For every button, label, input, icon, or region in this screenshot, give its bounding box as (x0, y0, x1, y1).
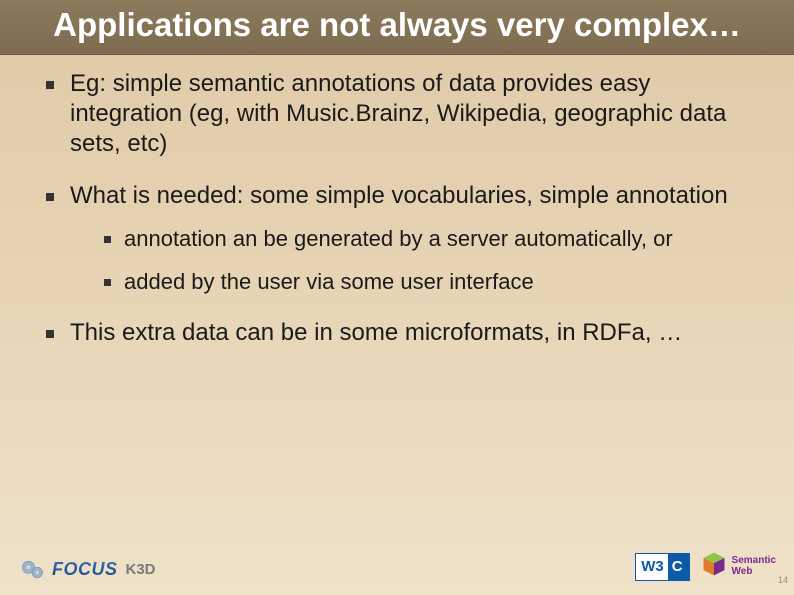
semantic-web-text: Semantic Web (732, 556, 776, 577)
slide-body: Eg: simple semantic annotations of data … (0, 55, 794, 348)
footer: FOCUS K3D W3 C Semantic Web (0, 541, 794, 587)
slide: Applications are not always very complex… (0, 0, 794, 595)
semweb-line1: Semantic (732, 556, 776, 567)
bullet-item: What is needed: some simple vocabularies… (38, 181, 756, 296)
bullet-item: Eg: simple semantic annotations of data … (38, 69, 756, 159)
sub-bullet-item: added by the user via some user interfac… (98, 268, 756, 296)
bullet-list: Eg: simple semantic annotations of data … (38, 69, 756, 348)
gear-icon (18, 555, 46, 583)
focus-logo: FOCUS (52, 559, 118, 580)
slide-title: Applications are not always very complex… (0, 0, 794, 55)
k3d-logo: K3D (126, 561, 156, 578)
cube-icon (700, 550, 728, 583)
semantic-web-logo: Semantic Web (700, 550, 776, 583)
bullet-text: What is needed: some simple vocabularies… (70, 182, 728, 209)
page-number: 14 (778, 575, 788, 585)
bullet-item: This extra data can be in some microform… (38, 318, 756, 348)
semweb-line2: Web (732, 567, 776, 578)
footer-right: W3 C Semantic Web (635, 550, 776, 583)
footer-left: FOCUS K3D (18, 555, 156, 583)
sub-bullet-list: annotation an be generated by a server a… (70, 225, 756, 296)
w3c-logo-right: C (668, 554, 689, 580)
sub-bullet-item: annotation an be generated by a server a… (98, 225, 756, 253)
w3c-logo: W3 C (635, 553, 689, 581)
w3c-logo-left: W3 (636, 554, 668, 580)
